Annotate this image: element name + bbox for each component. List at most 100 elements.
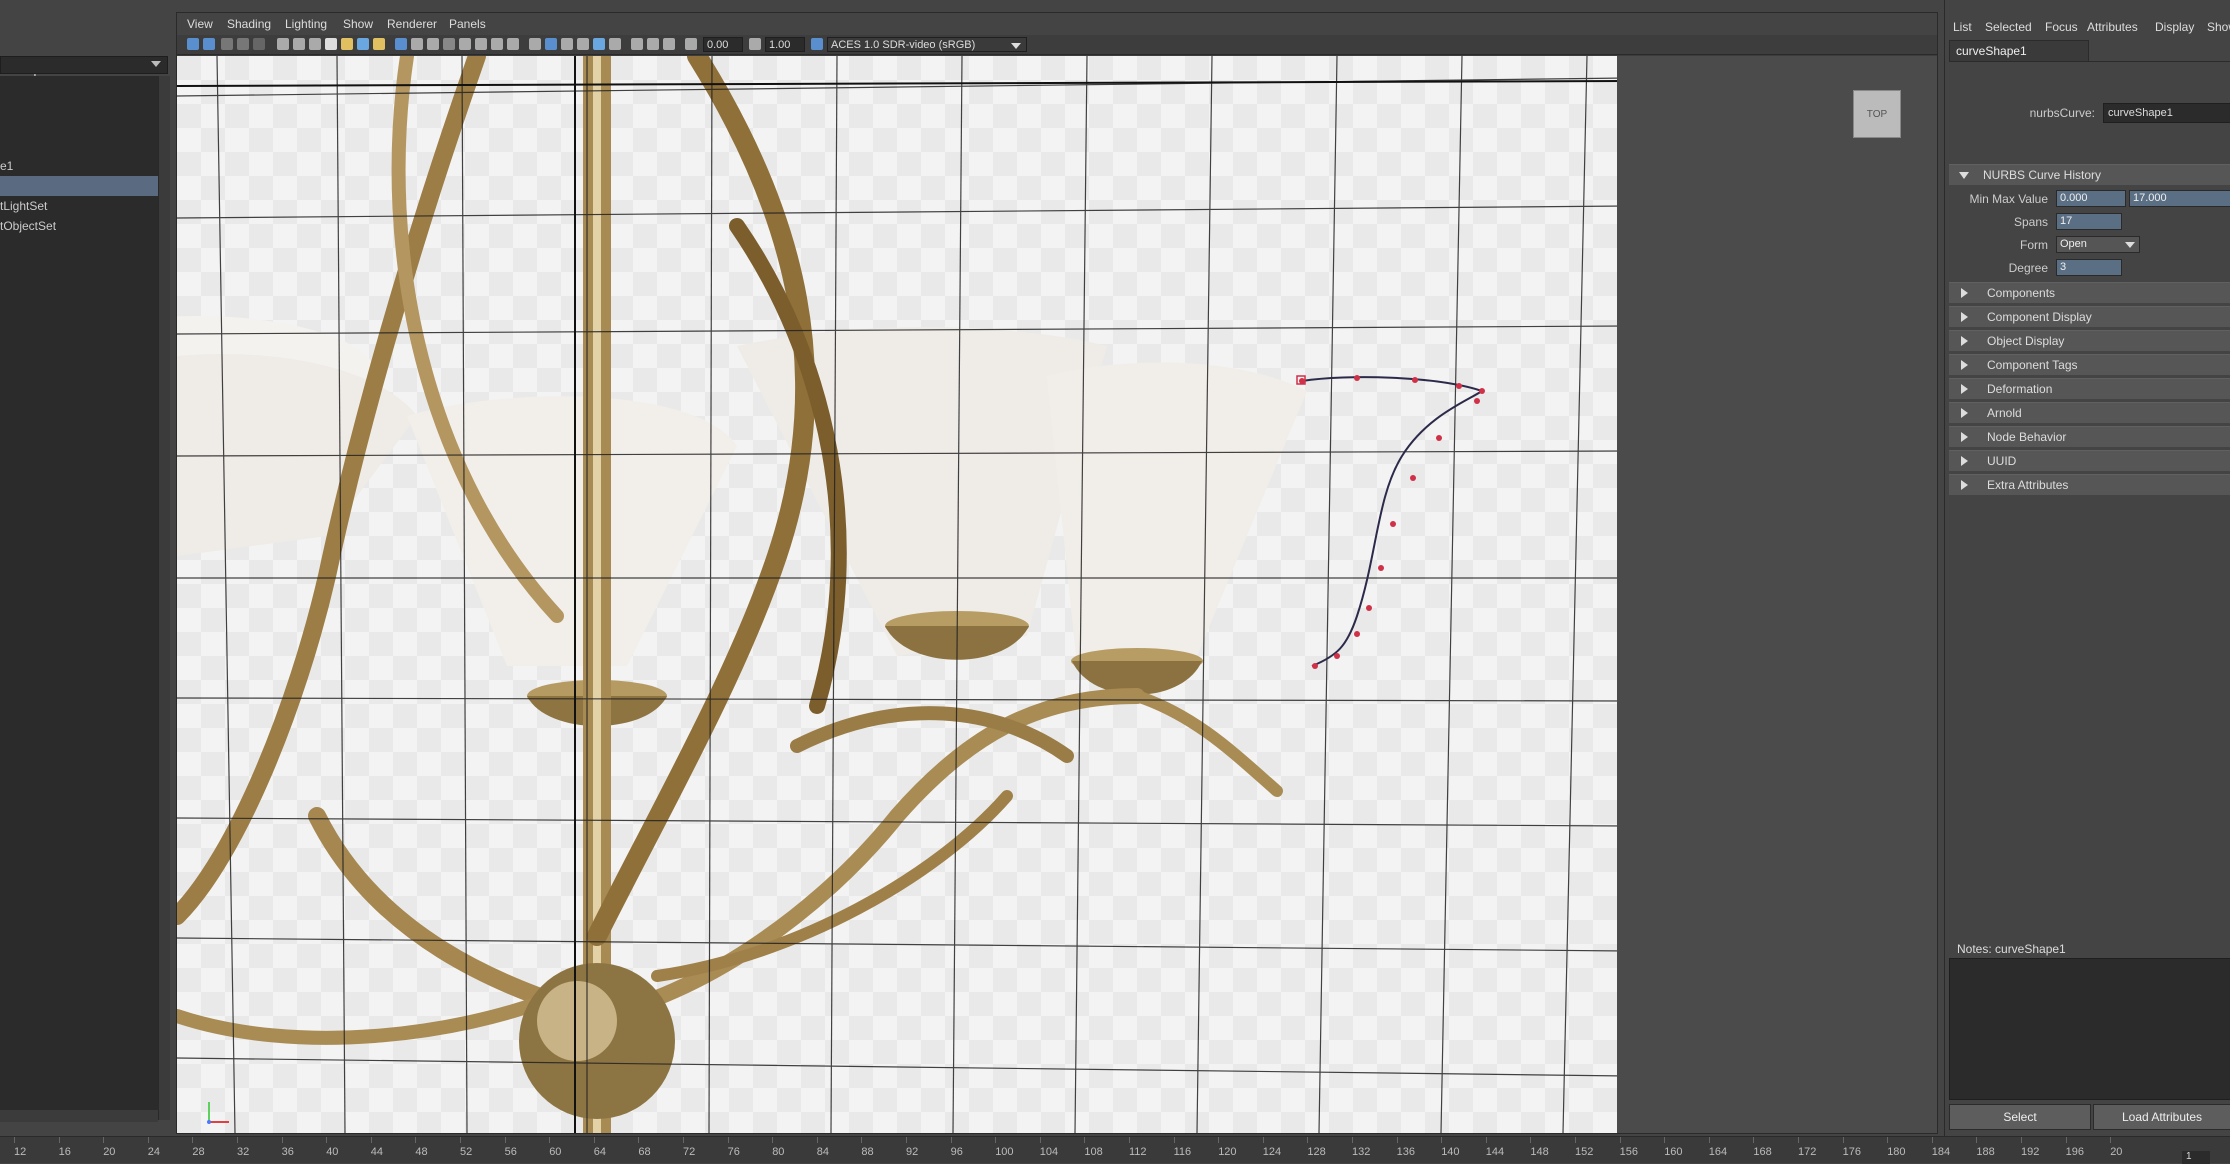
section-component-tags[interactable]: Component Tags	[1949, 354, 2230, 375]
safe-action-icon[interactable]	[357, 38, 369, 50]
menu-attributes[interactable]: Attributes	[2087, 20, 2138, 34]
menu-selected[interactable]: Selected	[1985, 20, 2032, 34]
outliner-item[interactable]: tObjectSet	[0, 216, 56, 236]
outliner-search-field[interactable]	[0, 56, 168, 74]
tick-mark	[1352, 1137, 1353, 1143]
shadows-icon[interactable]	[507, 38, 519, 50]
tick-label: 20	[103, 1146, 116, 1158]
tab-curveshape[interactable]: curveShape1	[1949, 40, 2089, 62]
form-select[interactable]: Open	[2056, 236, 2140, 253]
current-frame-field[interactable]: 1	[2182, 1151, 2210, 1164]
textured-icon[interactable]	[475, 38, 487, 50]
lights-icon[interactable]	[491, 38, 503, 50]
notes-textarea[interactable]	[1949, 958, 2230, 1100]
tick-label: 184	[1931, 1146, 1951, 1158]
section-component-display[interactable]: Component Display	[1949, 306, 2230, 327]
gate-mask-icon[interactable]	[325, 38, 337, 50]
tick-label: 44	[370, 1146, 384, 1158]
xray-icon[interactable]	[529, 38, 541, 50]
outliner-list: e1 tLightSet tObjectSet	[0, 76, 158, 1120]
tick-mark	[1084, 1137, 1086, 1143]
section-components[interactable]: Components	[1949, 282, 2230, 303]
outliner-item-selected[interactable]	[0, 176, 158, 196]
min-value-field[interactable]: 0.000	[2056, 190, 2126, 207]
section-label: Components	[1987, 286, 2056, 300]
2d-pan-zoom-icon[interactable]	[253, 38, 265, 50]
select-button[interactable]: Select	[1949, 1104, 2091, 1130]
smooth-shade-icon[interactable]	[427, 38, 439, 50]
tick-label: 124	[1262, 1146, 1282, 1158]
tick-mark	[1530, 1137, 1532, 1143]
tick-label: 116	[1173, 1146, 1192, 1158]
tick-label: 40	[326, 1146, 339, 1158]
outliner-item[interactable]: e1	[0, 156, 13, 176]
menu-renderer[interactable]: Renderer	[387, 17, 437, 31]
section-extra-attributes[interactable]: Extra Attributes	[1949, 474, 2230, 495]
camera-icon[interactable]	[277, 38, 289, 50]
view-cube[interactable]: TOP	[1853, 90, 1901, 138]
degree-field[interactable]: 3	[2056, 259, 2122, 276]
load-attributes-button[interactable]: Load Attributes	[2093, 1104, 2230, 1130]
shaded-wireframe-icon[interactable]	[459, 38, 471, 50]
section-label: Component Display	[1987, 310, 2092, 324]
collapsed-triangle-icon	[1961, 336, 1968, 346]
menu-lighting[interactable]: Lighting	[285, 17, 327, 31]
outliner-horizontal-scrollbar[interactable]	[0, 1110, 158, 1122]
bookmark-icon[interactable]	[221, 38, 233, 50]
menu-shading[interactable]: Shading	[227, 17, 271, 31]
menu-display[interactable]: Display	[2155, 20, 2194, 34]
field-chart-icon[interactable]	[341, 38, 353, 50]
motion-blur-icon[interactable]	[593, 38, 605, 50]
exposure-icon[interactable]	[685, 38, 697, 50]
menu-view[interactable]: View	[187, 17, 213, 31]
gamma-field[interactable]: 1.00	[765, 37, 805, 52]
resolution-gate-icon[interactable]	[309, 38, 321, 50]
nurbs-curve-field[interactable]: curveShape1	[2103, 103, 2230, 123]
menu-show[interactable]: Show	[343, 17, 373, 31]
camera-attributes-icon[interactable]	[203, 38, 215, 50]
tick-mark	[1619, 1137, 1621, 1143]
image-plane-icon[interactable]	[237, 38, 249, 50]
color-management-icon[interactable]	[811, 38, 823, 50]
wireframe-icon[interactable]	[411, 38, 423, 50]
chevron-down-icon[interactable]	[151, 61, 161, 67]
viewport-canvas[interactable]: TOP	[177, 56, 1937, 1133]
tick-mark	[370, 1137, 372, 1143]
section-nurbs-curve-history[interactable]: NURBS Curve History	[1949, 164, 2230, 185]
color-space-select[interactable]: ACES 1.0 SDR-video (sRGB)	[827, 37, 1027, 52]
section-uuid[interactable]: UUID	[1949, 450, 2230, 471]
section-arnold[interactable]: Arnold	[1949, 402, 2230, 423]
max-value-field[interactable]: 17.000	[2129, 190, 2230, 207]
isolate-select-icon[interactable]	[631, 38, 643, 50]
tick-label: 36	[281, 1146, 294, 1158]
time-slider[interactable]: 12 16 20 24 28 32 36 40 44 48 52 56 60 64 68 72 76 80 84 88…	[0, 1136, 2230, 1164]
menu-panels[interactable]: Panels	[449, 17, 486, 31]
menu-focus[interactable]: Focus	[2045, 20, 2078, 34]
section-object-display[interactable]: Object Display	[1949, 330, 2230, 351]
film-gate-icon[interactable]	[293, 38, 305, 50]
section-node-behavior[interactable]: Node Behavior	[1949, 426, 2230, 447]
tick-mark	[147, 1137, 149, 1143]
grid-icon[interactable]	[395, 38, 407, 50]
tick-mark	[950, 1137, 952, 1143]
gamma-icon[interactable]	[749, 38, 761, 50]
exposure-field[interactable]: 0.00	[703, 37, 743, 52]
safe-title-icon[interactable]	[373, 38, 385, 50]
menu-list[interactable]: List	[1953, 20, 1972, 34]
hud-icon[interactable]	[663, 38, 675, 50]
outliner-item[interactable]: tLightSet	[0, 196, 47, 216]
ambient-occlusion-icon[interactable]	[577, 38, 589, 50]
default-material-icon[interactable]	[443, 38, 455, 50]
xray-joints-icon[interactable]	[545, 38, 557, 50]
anti-aliasing-icon[interactable]	[609, 38, 621, 50]
section-deformation[interactable]: Deformation	[1949, 378, 2230, 399]
collapsed-triangle-icon	[1961, 456, 1968, 466]
chevron-down-icon[interactable]	[1011, 43, 1021, 49]
tick-label: 76	[727, 1146, 740, 1158]
depth-of-field-icon[interactable]	[647, 38, 659, 50]
select-camera-icon[interactable]	[187, 38, 199, 50]
menu-show[interactable]: Show	[2207, 20, 2230, 34]
xray-components-icon[interactable]	[561, 38, 573, 50]
spans-field[interactable]: 17	[2056, 213, 2122, 230]
outliner-vertical-scrollbar[interactable]	[158, 76, 170, 1120]
